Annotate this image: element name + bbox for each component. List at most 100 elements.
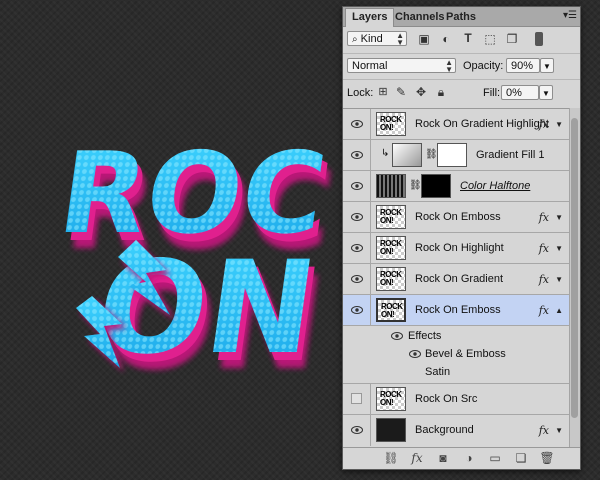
add-mask-icon[interactable]: ◙ xyxy=(435,451,451,465)
layer-thumbnail: ROCK ON! xyxy=(376,205,406,229)
visibility-toggle[interactable] xyxy=(343,233,371,263)
tab-layers[interactable]: Layers xyxy=(345,8,395,27)
adjustment-filter-icon[interactable]: ◐ xyxy=(439,32,453,46)
lock-paint-icon[interactable]: ✎ xyxy=(394,85,408,99)
lock-transparency-icon[interactable]: ⊞ xyxy=(376,85,390,98)
panel-tab-bar: Layers Channels Paths ▾☰ xyxy=(343,7,580,27)
layers-panel: Layers Channels Paths ▾☰ ⌕ Kind ▲ ▼ ▣ ◐ T… xyxy=(342,6,581,470)
eye-icon xyxy=(351,182,363,190)
effect-item[interactable]: Bevel & Emboss xyxy=(343,345,569,363)
fx-icon[interactable]: fx xyxy=(539,304,549,317)
visibility-toggle[interactable] xyxy=(343,384,371,414)
new-layer-icon[interactable]: ❏ xyxy=(513,451,529,465)
layer-row[interactable]: ROCK ON! Rock On Emboss fx ▼ xyxy=(343,202,569,233)
fx-icon[interactable]: fx xyxy=(539,118,549,131)
chevron-down-icon[interactable]: ▼ xyxy=(539,85,553,100)
effects-row[interactable]: Effects xyxy=(343,327,569,345)
opacity-label: Opacity: xyxy=(463,60,504,72)
layer-row[interactable]: Background fx ▼ xyxy=(343,415,569,446)
pixel-filter-icon[interactable]: ▣ xyxy=(417,32,431,46)
smart-object-filter-icon[interactable]: ❐ xyxy=(505,32,519,46)
eye-icon xyxy=(351,120,363,128)
link-layers-icon[interactable]: ⛓ xyxy=(383,451,399,465)
layer-name: Gradient Fill 1 xyxy=(476,149,545,161)
layer-row[interactable]: ROCK ON! Rock On Highlight fx ▼ xyxy=(343,233,569,264)
type-filter-icon[interactable]: T xyxy=(461,31,475,45)
layer-name: Color Halftone xyxy=(460,180,531,192)
eye-icon xyxy=(351,151,363,159)
chevron-down-icon[interactable]: ▼ xyxy=(555,213,563,222)
chevron-down-icon[interactable]: ▼ xyxy=(555,426,563,435)
layer-mask-thumbnail[interactable] xyxy=(421,174,451,198)
fx-icon[interactable]: fx xyxy=(539,273,549,286)
search-icon: ⌕ xyxy=(352,34,358,45)
lock-label: Lock: xyxy=(347,87,374,99)
scrollbar-thumb[interactable] xyxy=(571,118,578,418)
rock-on-artwork: ROC ON ROC ON ROC ON ROC ON xyxy=(52,129,342,399)
adjustment-layer-icon[interactable]: ◑ xyxy=(461,451,477,465)
new-group-icon[interactable]: ▭ xyxy=(487,451,503,465)
layer-row[interactable]: ROCK ON! Rock On Src xyxy=(343,384,569,415)
tab-paths[interactable]: Paths xyxy=(440,9,482,26)
layer-thumbnail xyxy=(376,418,406,442)
lock-row: Lock: ⊞ ✎ ✥ 🔒︎ Fill: 0% ▼ xyxy=(343,79,580,104)
layer-row[interactable]: ⛓ Color Halftone xyxy=(343,171,569,202)
panel-menu-icon[interactable]: ▾☰ xyxy=(563,10,577,21)
blend-mode-value: Normal xyxy=(352,60,388,72)
stepper-icon: ▲ ▼ xyxy=(396,31,404,47)
chevron-down-icon[interactable]: ▼ xyxy=(555,275,563,284)
chevron-down-icon[interactable]: ▼ xyxy=(540,58,554,73)
panel-footer: ⛓ fx ◙ ◑ ▭ ❏ 🗑︎ xyxy=(343,447,580,469)
eye-icon xyxy=(351,275,363,283)
visibility-toggle[interactable] xyxy=(343,171,371,201)
opacity-input[interactable]: 90% xyxy=(506,58,540,73)
lock-position-icon[interactable]: ✥ xyxy=(414,85,428,99)
chevron-down-icon[interactable]: ▼ xyxy=(555,120,563,129)
chevron-down-icon[interactable]: ▼ xyxy=(555,244,563,253)
visibility-toggle[interactable] xyxy=(343,264,371,294)
fx-icon[interactable]: fx xyxy=(539,242,549,255)
layer-name: Rock On Emboss xyxy=(415,304,501,316)
eye-icon[interactable] xyxy=(391,332,403,340)
hidden-visibility-box xyxy=(351,393,362,404)
eye-icon xyxy=(351,426,363,434)
layer-mask-thumbnail[interactable] xyxy=(437,143,467,167)
layer-row-selected[interactable]: ROCK ON! Rock On Emboss fx ▲ xyxy=(343,295,569,326)
chevron-up-icon[interactable]: ▲ xyxy=(555,306,563,315)
layer-row[interactable]: ROCK ON! Rock On Gradient Highlight fx ▼ xyxy=(343,109,569,140)
shape-filter-icon[interactable]: ⬚ xyxy=(483,32,497,46)
layer-row[interactable]: ROCK ON! Rock On Gradient fx ▼ xyxy=(343,264,569,295)
chain-link-icon[interactable]: ⛓ xyxy=(425,149,438,160)
stepper-icon: ▲ ▼ xyxy=(445,58,453,74)
eye-icon[interactable] xyxy=(409,350,421,358)
kind-label: Kind xyxy=(360,33,383,45)
layer-thumbnail: ROCK ON! xyxy=(376,387,406,411)
visibility-toggle[interactable] xyxy=(343,295,371,325)
layer-row[interactable]: ↳ ⛓ Gradient Fill 1 xyxy=(343,140,569,171)
gradient-fill-thumbnail xyxy=(392,143,422,167)
visibility-toggle[interactable] xyxy=(343,415,371,446)
effect-item[interactable]: Satin xyxy=(343,363,569,384)
layer-thumbnail: ROCK ON! xyxy=(376,267,406,291)
blend-mode-select[interactable]: Normal ▲ ▼ xyxy=(347,58,456,74)
kind-filter-select[interactable]: ⌕ Kind ▲ ▼ xyxy=(347,31,407,47)
visibility-toggle[interactable] xyxy=(343,140,371,170)
layer-name: Rock On Gradient xyxy=(415,273,504,285)
visibility-toggle[interactable] xyxy=(343,202,371,232)
fill-input[interactable]: 0% xyxy=(501,85,539,100)
lock-all-icon[interactable]: 🔒︎ xyxy=(434,85,448,100)
eye-icon xyxy=(351,213,363,221)
fx-icon[interactable]: fx xyxy=(539,424,549,437)
clipping-arrow-icon: ↳ xyxy=(381,148,390,159)
layers-scrollbar[interactable] xyxy=(569,108,580,447)
trash-icon[interactable]: 🗑︎ xyxy=(539,451,555,465)
add-style-icon[interactable]: fx xyxy=(409,451,425,465)
visibility-toggle[interactable] xyxy=(343,109,371,139)
fx-icon[interactable]: fx xyxy=(539,211,549,224)
layer-thumbnail: ROCK ON! xyxy=(376,236,406,260)
layer-name: Rock On Gradient Highlight xyxy=(415,118,549,130)
blend-row: Normal ▲ ▼ Opacity: 90% ▼ xyxy=(343,53,580,76)
filter-toggle-icon[interactable] xyxy=(535,32,543,46)
halftone-thumbnail xyxy=(376,174,406,198)
chain-link-icon[interactable]: ⛓ xyxy=(409,180,422,191)
